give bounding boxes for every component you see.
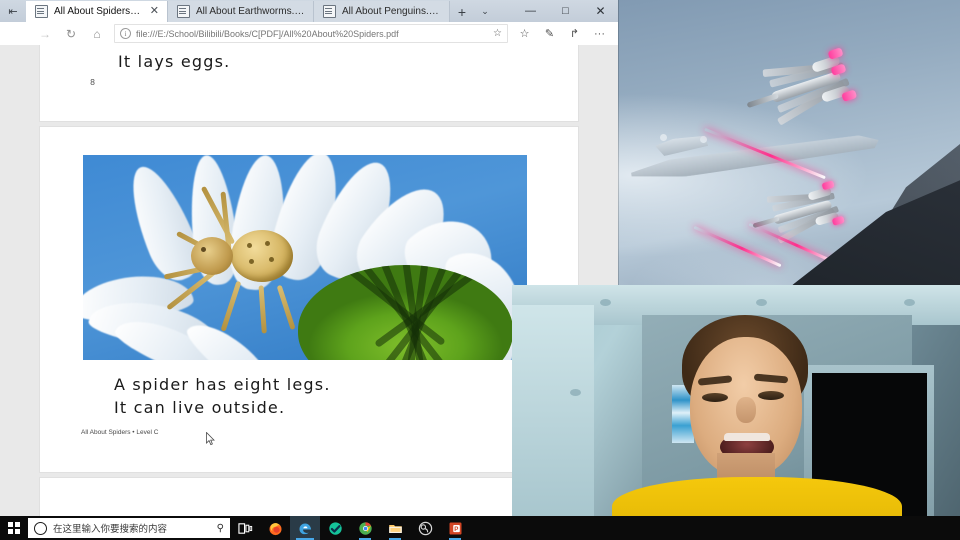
svg-text:P: P [454,525,458,532]
tab-strip: All About Spiders.pdf ✕ All About Earthw… [26,0,496,22]
spider-photo [83,155,527,360]
microphone-icon[interactable]: ⚲ [217,523,224,534]
pdf-page-9: A spider has eight legs. It can live out… [40,127,578,472]
task-view-button[interactable] [230,516,260,540]
search-placeholder-text: 在这里输入你要搜索的内容 [53,524,168,535]
caption-line-1: A spider has eight legs. [114,375,331,394]
windows-start-button[interactable] [0,516,28,540]
tab-label: All About Spiders.pdf [54,6,142,17]
url-text: file:///E:/School/Bilibili/Books/C[PDF]/… [136,28,399,39]
pdf-file-icon [323,5,336,18]
browser-navigation-bar: ← → ↻ ⌂ i file:///E:/School/Bilibili/Boo… [0,22,618,46]
browser-toolbar-icons: ☆ ✎ ↱ ··· [512,22,612,45]
powerpoint-icon[interactable]: P [440,516,470,540]
tab-label: All About Earthworms.pdf [196,6,305,17]
taskbar-app-icons: P [230,516,470,540]
pdf-page8-text: It lays eggs. [118,52,231,71]
favorites-hub-icon[interactable]: ☆ [512,22,537,45]
windows-logo-icon [8,522,20,534]
grammarly-icon[interactable] [320,516,350,540]
new-tab-button[interactable]: + [450,1,474,22]
taskbar-search-box[interactable]: 在这里输入你要搜索的内容 ⚲ [28,518,230,538]
home-button[interactable]: ⌂ [84,22,110,45]
caption-line-2: It can live outside. [114,398,286,417]
obs-studio-icon[interactable] [410,516,440,540]
tab-label: All About Penguins.pdf [342,6,441,17]
google-chrome-icon[interactable] [350,516,380,540]
tab-all-about-penguins[interactable]: All About Penguins.pdf [314,1,450,22]
more-settings-icon[interactable]: ··· [587,22,612,45]
notes-pen-icon[interactable]: ✎ [537,22,562,45]
windows-taskbar: 在这里输入你要搜索的内容 ⚲ P [0,516,960,540]
pdf-page9-caption: A spider has eight legs. It can live out… [114,375,331,421]
tab-all-about-earthworms[interactable]: All About Earthworms.pdf [168,1,314,22]
desktop-screen: ⇤ All About Spiders.pdf ✕ All About Eart… [0,0,960,540]
microsoft-edge-icon[interactable] [290,516,320,540]
pdf-page-number: 8 [90,78,96,87]
mouse-cursor [206,432,215,446]
pdf-page-footer: All About Spiders • Level C [81,429,159,436]
star-destroyer-icon [630,130,880,190]
close-button[interactable]: ✕ [583,0,618,22]
tab-all-about-spiders[interactable]: All About Spiders.pdf ✕ [26,1,168,22]
file-explorer-icon[interactable] [380,516,410,540]
refresh-button[interactable]: ↻ [58,22,84,45]
pdf-file-icon [35,5,48,18]
pdf-file-icon [177,5,190,18]
add-favorite-icon[interactable]: ☆ [493,28,502,39]
site-info-icon[interactable]: i [120,28,131,39]
set-aside-tabs-icon[interactable]: ⇤ [0,0,26,22]
pdf-page-10 [40,478,578,516]
pdf-page-8: It lays eggs. 8 [40,45,578,121]
firefox-icon[interactable] [260,516,290,540]
address-bar[interactable]: i file:///E:/School/Bilibili/Books/C[PDF… [114,24,508,43]
share-icon[interactable]: ↱ [562,22,587,45]
cortana-circle-icon [34,521,47,535]
minimize-button[interactable]: — [513,0,548,22]
browser-title-bar: ⇤ All About Spiders.pdf ✕ All About Eart… [0,0,618,22]
tab-close-icon[interactable]: ✕ [150,6,159,17]
maximize-button[interactable]: □ [548,0,583,22]
webcam-overlay [512,285,960,540]
forward-button[interactable]: → [32,22,58,45]
chevron-down-icon[interactable]: ⌄ [474,1,496,22]
window-controls: — □ ✕ [513,0,618,22]
